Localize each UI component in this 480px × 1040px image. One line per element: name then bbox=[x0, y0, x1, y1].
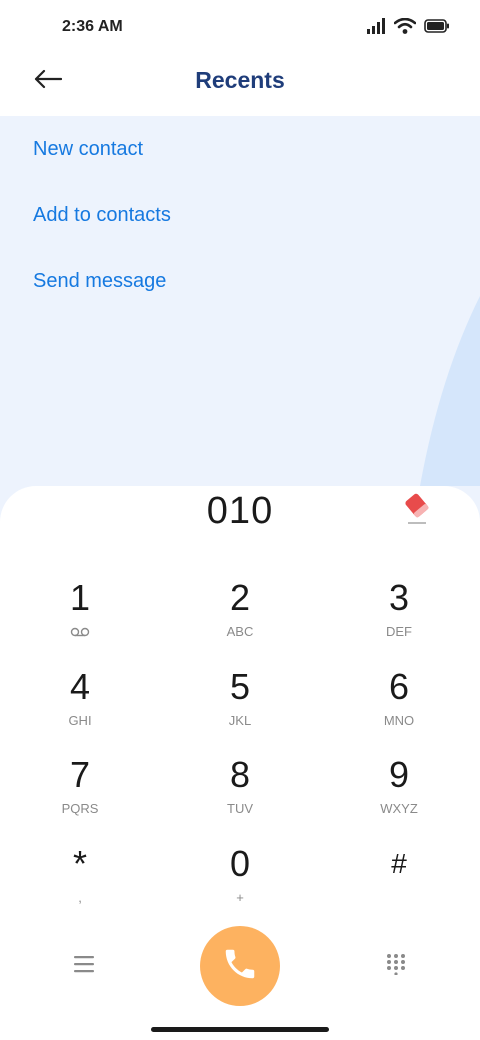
keypad-toggle-button[interactable] bbox=[376, 951, 416, 981]
key-letters: PQRS bbox=[61, 801, 99, 816]
erase-button[interactable] bbox=[398, 490, 434, 530]
key-digit: 5 bbox=[229, 666, 251, 707]
battery-icon bbox=[424, 19, 450, 38]
background-curve bbox=[420, 296, 480, 486]
phone-icon bbox=[221, 945, 259, 988]
key-letters: GHI bbox=[68, 713, 92, 728]
menu-icon bbox=[73, 955, 95, 978]
key-digit: 0 bbox=[229, 843, 251, 884]
header: Recents bbox=[0, 56, 480, 116]
keypad-icon bbox=[386, 953, 406, 980]
key-2[interactable]: 2 ABC bbox=[180, 580, 300, 660]
actions-panel: New contact Add to contacts Send message bbox=[0, 116, 480, 536]
key-digit: 9 bbox=[388, 754, 410, 795]
dialpad: 010 1 2 ABC 3 DEF 4 GHI 5 JKL 6 MNO 7 PQ… bbox=[0, 486, 480, 1040]
key-digit: 2 bbox=[229, 577, 251, 618]
key-digit: 3 bbox=[388, 577, 410, 618]
new-contact-link[interactable]: New contact bbox=[33, 138, 143, 161]
key-7[interactable]: 7 PQRS bbox=[20, 757, 140, 837]
key-1[interactable]: 1 bbox=[20, 580, 140, 660]
key-digit: 6 bbox=[388, 666, 410, 707]
status-icons bbox=[366, 17, 450, 39]
key-hash[interactable]: # bbox=[339, 846, 459, 926]
key-star[interactable]: * , bbox=[20, 846, 140, 926]
status-time: 2:36 AM bbox=[62, 18, 123, 35]
key-digit: * bbox=[72, 843, 87, 884]
key-8[interactable]: 8 TUV bbox=[180, 757, 300, 837]
key-letters: JKL bbox=[228, 713, 252, 728]
send-message-link[interactable]: Send message bbox=[33, 270, 166, 293]
signal-icon bbox=[366, 18, 386, 39]
key-6[interactable]: 6 MNO bbox=[339, 669, 459, 749]
key-letters: DEF bbox=[386, 624, 412, 639]
eraser-icon bbox=[398, 493, 434, 534]
key-digit: 4 bbox=[69, 666, 91, 707]
key-digit: 7 bbox=[69, 754, 91, 795]
key-letters: TUV bbox=[227, 801, 253, 816]
key-letters: MNO bbox=[383, 713, 415, 728]
key-letters: WXYZ bbox=[380, 801, 418, 816]
key-0[interactable]: 0 + bbox=[180, 846, 300, 926]
home-indicator[interactable] bbox=[151, 1027, 329, 1032]
add-to-contacts-link[interactable]: Add to contacts bbox=[33, 204, 171, 227]
key-digit: # bbox=[391, 848, 407, 879]
status-bar: 2:36 AM bbox=[0, 0, 480, 56]
key-9[interactable]: 9 WXYZ bbox=[339, 757, 459, 837]
menu-button[interactable] bbox=[64, 951, 104, 981]
key-5[interactable]: 5 JKL bbox=[180, 669, 300, 749]
key-digit: 8 bbox=[229, 754, 251, 795]
voicemail-icon bbox=[20, 624, 140, 642]
wifi-icon bbox=[393, 17, 417, 39]
key-3[interactable]: 3 DEF bbox=[339, 580, 459, 660]
call-button[interactable] bbox=[200, 926, 280, 1006]
key-4[interactable]: 4 GHI bbox=[20, 669, 140, 749]
key-letters: + bbox=[236, 890, 244, 905]
key-letters: ABC bbox=[226, 624, 254, 639]
key-letters: , bbox=[78, 890, 82, 905]
key-digit: 1 bbox=[69, 577, 91, 618]
page-title: Recents bbox=[195, 67, 285, 93]
